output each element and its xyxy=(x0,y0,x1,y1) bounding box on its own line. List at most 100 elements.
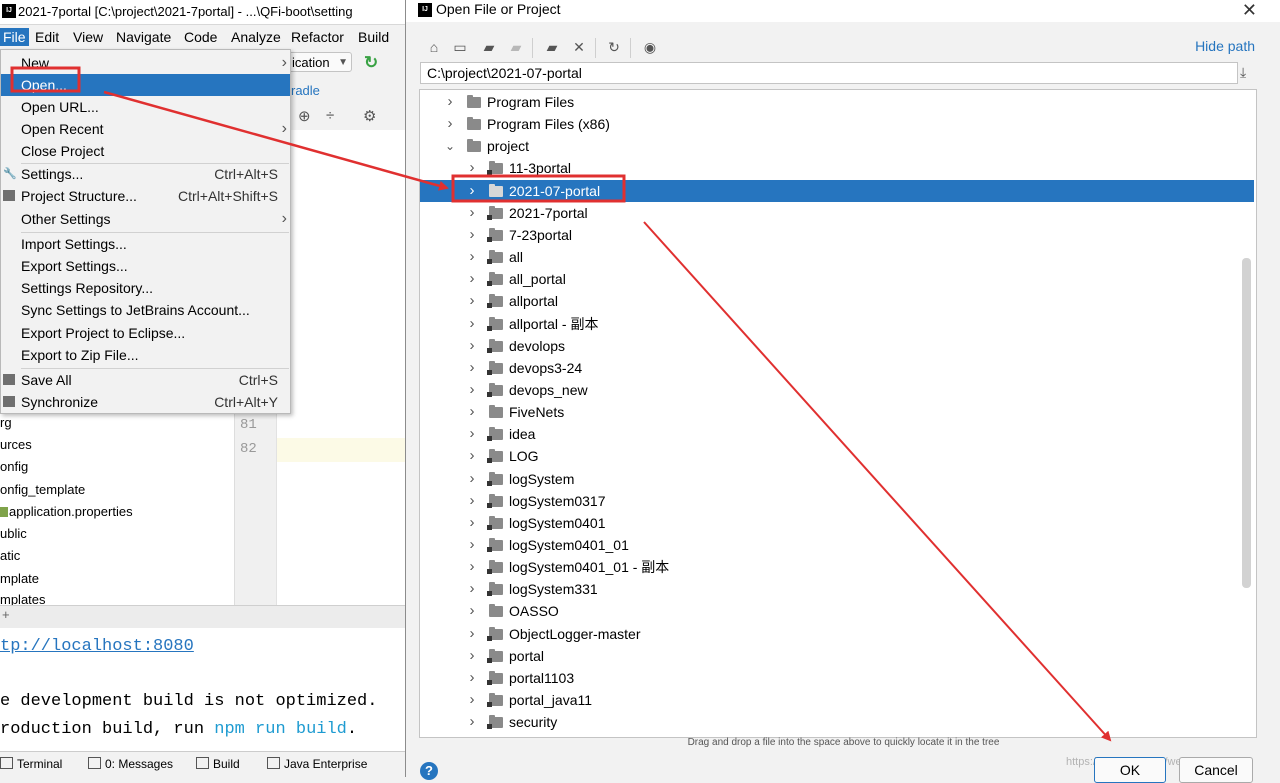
download-icon[interactable]: ⤓ xyxy=(1240,64,1246,81)
file-menu-item[interactable]: Sync Settings to JetBrains Account... xyxy=(1,299,290,321)
chevron-right-icon[interactable]: › xyxy=(466,157,478,179)
tab-build[interactable]: Build xyxy=(196,757,240,771)
tree-item[interactable]: onfig xyxy=(0,459,28,474)
chevron-right-icon[interactable]: › xyxy=(466,490,478,512)
tree-row[interactable]: › portal1103 xyxy=(420,667,1254,689)
tab-terminal[interactable]: Terminal xyxy=(0,757,62,771)
chevron-right-icon[interactable]: › xyxy=(466,689,478,711)
add-icon[interactable]: + xyxy=(2,607,10,622)
tree-item[interactable]: ublic xyxy=(0,526,27,541)
refresh-icon[interactable]: ↻ xyxy=(606,39,622,55)
tree-item[interactable]: rg xyxy=(0,415,12,430)
chevron-right-icon[interactable]: › xyxy=(466,667,478,689)
help-button[interactable]: ? xyxy=(420,762,438,780)
file-menu-item[interactable]: Close Project xyxy=(1,140,290,162)
target-icon[interactable]: ⊕ xyxy=(298,107,311,125)
tree-item[interactable]: atic xyxy=(0,548,20,563)
chevron-right-icon[interactable]: › xyxy=(466,512,478,534)
path-input[interactable]: C:\project\2021-07-portal xyxy=(420,62,1238,84)
tree-row[interactable]: › portal xyxy=(420,645,1254,667)
menu-code[interactable]: Code xyxy=(181,28,220,46)
tree-item[interactable]: urces xyxy=(0,437,32,452)
tree-row[interactable]: › devops3-24 xyxy=(420,357,1254,379)
tab-messages[interactable]: 0: Messages xyxy=(88,757,173,771)
tree-row[interactable]: › Program Files (x86) xyxy=(420,113,1254,135)
tree-row[interactable]: › all_portal xyxy=(420,268,1254,290)
tree-scrollbar[interactable] xyxy=(1242,258,1251,588)
file-menu-item[interactable]: Synchronize Ctrl+Alt+Y xyxy=(1,391,290,413)
delete-icon[interactable]: ✕ xyxy=(571,39,587,55)
cancel-button[interactable]: Cancel xyxy=(1179,757,1253,783)
tree-row[interactable]: › security xyxy=(420,711,1254,733)
tree-row[interactable]: › LOG xyxy=(420,445,1254,467)
tree-row[interactable]: › devops_new xyxy=(420,379,1254,401)
tree-row[interactable]: › 2021-07-portal xyxy=(420,180,1254,202)
file-menu-item[interactable]: Export Project to Eclipse... xyxy=(1,322,290,344)
tree-row[interactable]: › Program Files xyxy=(420,91,1254,113)
close-icon[interactable]: ✕ xyxy=(1242,0,1257,21)
tree-item[interactable]: mplate xyxy=(0,571,39,586)
tree-row[interactable]: › OASSO xyxy=(420,600,1254,622)
tree-row[interactable]: › 2021-7portal xyxy=(420,202,1254,224)
chevron-right-icon[interactable]: › xyxy=(466,445,478,467)
chevron-right-icon[interactable]: › xyxy=(466,423,478,445)
terminal-localhost-link[interactable]: tp://localhost:8080 xyxy=(0,637,194,656)
tree-row[interactable]: › logSystem0401_01 xyxy=(420,534,1254,556)
chevron-right-icon[interactable]: › xyxy=(466,224,478,246)
tree-row[interactable]: › allportal - 副本 xyxy=(420,313,1254,335)
chevron-right-icon[interactable]: › xyxy=(466,623,478,645)
menu-refactor[interactable]: Refactor xyxy=(288,28,347,46)
chevron-right-icon[interactable]: › xyxy=(466,268,478,290)
tree-row[interactable]: › 11-3portal xyxy=(420,157,1254,179)
chevron-right-icon[interactable]: › xyxy=(466,401,478,423)
tree-row[interactable]: › devolops xyxy=(420,335,1254,357)
ok-button[interactable]: OK xyxy=(1094,757,1166,783)
menu-navigate[interactable]: Navigate xyxy=(113,28,174,46)
menu-build[interactable]: Build xyxy=(355,28,392,46)
file-menu-item[interactable]: New › xyxy=(1,52,290,74)
file-menu-item[interactable]: Export Settings... xyxy=(1,255,290,277)
tree-row[interactable]: › all xyxy=(420,246,1254,268)
chevron-right-icon[interactable]: › xyxy=(466,711,478,733)
chevron-right-icon[interactable]: › xyxy=(466,600,478,622)
chevron-right-icon[interactable]: › xyxy=(466,556,478,578)
terminal-output[interactable]: tp://localhost:8080 e development build … xyxy=(0,628,405,751)
menu-edit[interactable]: Edit xyxy=(32,28,62,46)
tree-item[interactable]: onfig_template xyxy=(0,482,85,497)
chevron-right-icon[interactable]: › xyxy=(466,534,478,556)
home-icon[interactable]: ⌂ xyxy=(426,39,442,55)
desktop-icon[interactable]: ▭ xyxy=(452,39,468,55)
file-menu-item[interactable]: Open URL... xyxy=(1,96,290,118)
tree-row[interactable]: › allportal xyxy=(420,290,1254,312)
tree-row[interactable]: › logSystem xyxy=(420,468,1254,490)
tree-row[interactable]: › portal_java11 xyxy=(420,689,1254,711)
chevron-down-icon[interactable]: ⌄ xyxy=(444,135,456,157)
chevron-right-icon[interactable]: › xyxy=(466,578,478,600)
tree-row[interactable]: › logSystem331 xyxy=(420,578,1254,600)
file-menu-item[interactable]: Export to Zip File... xyxy=(1,344,290,366)
file-menu-item[interactable]: Other Settings › xyxy=(1,208,290,230)
chevron-right-icon[interactable]: › xyxy=(444,113,456,135)
tree-item-properties[interactable]: application.properties xyxy=(0,504,133,519)
chevron-right-icon[interactable]: › xyxy=(466,246,478,268)
tree-row[interactable]: › 7-23portal xyxy=(420,224,1254,246)
run-configuration-select[interactable]: ication ▼ xyxy=(288,52,352,72)
collapse-icon[interactable]: ÷ xyxy=(326,107,334,124)
project-folder-icon[interactable]: ▰ xyxy=(481,39,497,55)
gear-icon[interactable]: ⚙ xyxy=(363,107,376,125)
file-menu-item[interactable]: Settings Repository... xyxy=(1,277,290,299)
tree-row[interactable]: › logSystem0401_01 - 副本 xyxy=(420,556,1254,578)
tree-row[interactable]: ⌄ project xyxy=(420,135,1254,157)
chevron-right-icon[interactable]: › xyxy=(466,180,478,202)
chevron-right-icon[interactable]: › xyxy=(466,645,478,667)
module-folder-icon[interactable]: ▰ xyxy=(508,39,524,55)
chevron-right-icon[interactable]: › xyxy=(466,313,478,335)
rebuild-icon[interactable]: ↻ xyxy=(364,53,378,73)
file-menu-item[interactable]: Import Settings... xyxy=(1,233,290,255)
show-hidden-icon[interactable]: ◉ xyxy=(642,39,658,55)
gradle-breadcrumb[interactable]: radle xyxy=(288,80,405,102)
file-menu-item[interactable]: Save All Ctrl+S xyxy=(1,369,290,391)
tree-row[interactable]: › logSystem0317 xyxy=(420,490,1254,512)
tab-java-enterprise[interactable]: Java Enterprise xyxy=(267,757,367,771)
file-menu-item[interactable]: Project Structure... Ctrl+Alt+Shift+S xyxy=(1,185,290,207)
